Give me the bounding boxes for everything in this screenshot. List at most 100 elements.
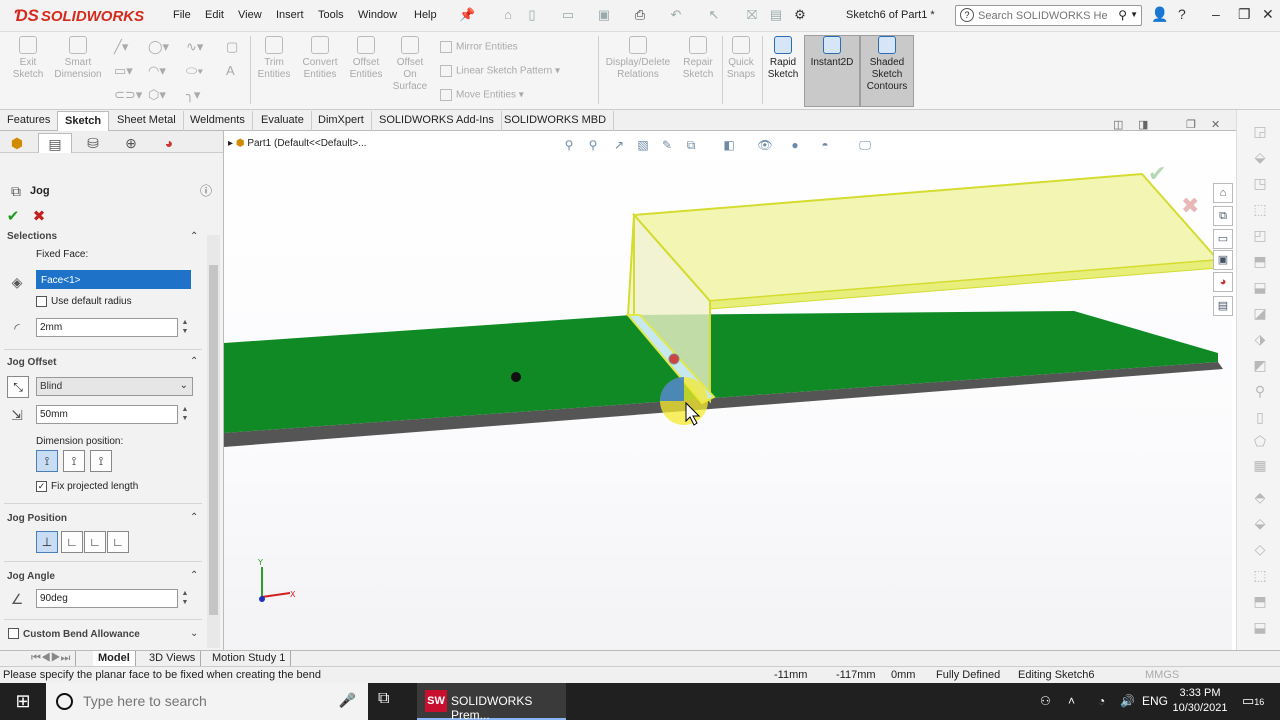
spline-tool-icon[interactable]: ∿▾ <box>186 38 212 56</box>
overall-dimension-icon[interactable]: ⟟ <box>90 450 112 472</box>
extruded-cut-icon[interactable]: ▯ <box>1251 408 1269 426</box>
collapse-icon[interactable]: ⌃ <box>190 570 198 581</box>
undo-icon[interactable]: ↶ <box>668 7 684 23</box>
tab-model[interactable]: Model <box>93 651 136 666</box>
spin-up-down-icon[interactable]: ▲ ▼ <box>180 405 190 423</box>
cancel-x-icon[interactable]: ✖ <box>28 206 50 228</box>
rebuild-icon[interactable]: ⛝ <box>744 7 760 23</box>
feature-manager-icon[interactable]: ⬢ <box>0 133 34 153</box>
section-jog-angle[interactable]: Jog Angle <box>7 571 55 582</box>
shaded-sketch-contours-button[interactable]: Shaded Sketch Contours <box>860 35 914 107</box>
linear-sketch-pattern-button[interactable]: Linear Sketch Pattern ▾ <box>440 65 560 77</box>
quick-snaps-button[interactable]: Quick Snaps <box>724 36 758 81</box>
restore-icon[interactable]: ❐ <box>1238 6 1251 23</box>
ellipse-tool-icon[interactable]: ⬭▾ <box>186 62 212 80</box>
end-condition-select[interactable]: Blind ⌄ <box>36 377 193 396</box>
new-document-icon[interactable]: ▯ <box>524 7 540 23</box>
no-bends-icon[interactable]: ⬚ <box>1251 566 1269 584</box>
tab-motion-study[interactable]: Motion Study 1 <box>207 651 292 666</box>
taskbar-search-input[interactable] <box>83 692 323 710</box>
design-library-icon[interactable]: ⧉ <box>1213 206 1233 226</box>
material-inside-icon[interactable]: ∟ <box>61 531 83 553</box>
tab-weldments[interactable]: Weldments <box>183 111 253 131</box>
inner-offset-icon[interactable]: ⟟ <box>63 450 85 472</box>
tab-solidworks-add-ins[interactable]: SOLIDWORKS Add-Ins <box>372 111 502 131</box>
menu-help[interactable]: Help <box>414 9 437 21</box>
lofted-bend-icon[interactable]: ◳ <box>1251 174 1269 192</box>
spin-up-down-icon[interactable]: ▲ ▼ <box>180 589 190 607</box>
viewport-restore-icon[interactable]: ❐ <box>1186 118 1196 131</box>
ok-check-icon[interactable]: ✔ <box>2 206 24 228</box>
base-plate[interactable] <box>224 311 1218 433</box>
notification-center[interactable]: ▭16 <box>1242 693 1264 709</box>
task-view-icon[interactable]: ⧉ <box>378 690 389 708</box>
menu-window[interactable]: Window <box>358 9 397 21</box>
custom-properties-icon[interactable]: ▤ <box>1213 296 1233 316</box>
microphone-icon[interactable]: 🎤 <box>339 692 356 709</box>
model-canvas[interactable]: ✔ ✖ Y X <box>224 131 1232 650</box>
solidworks-logo[interactable]: ƊS SOLIDWORKS <box>14 6 144 26</box>
appearances-icon[interactable]: ◕ <box>1213 272 1233 292</box>
sketched-bend-icon[interactable]: ◪ <box>1251 304 1269 322</box>
trim-entities-button[interactable]: Trim Entities <box>254 36 294 81</box>
print-icon[interactable]: ⎙ <box>632 7 648 23</box>
confirm-x-icon[interactable]: ✖ <box>1181 194 1199 219</box>
bend-outside-icon[interactable]: ∟ <box>107 531 129 553</box>
simple-hole-icon[interactable]: ⬠ <box>1251 432 1269 450</box>
viewport-tile-right-icon[interactable]: ◨ <box>1138 118 1148 131</box>
tab-3d-views[interactable]: 3D Views <box>144 651 202 666</box>
expand-icon[interactable]: ⌄ <box>190 628 198 639</box>
display-delete-relations-button[interactable]: Display/Delete Relations <box>602 36 674 81</box>
confirm-check-icon[interactable]: ✔ <box>1148 162 1166 187</box>
miter-flange-icon[interactable]: ◰ <box>1251 226 1269 244</box>
point-tool-icon[interactable]: ▢ <box>226 38 252 56</box>
language-indicator[interactable]: ENG <box>1142 694 1168 708</box>
material-outside-icon[interactable]: ∟ <box>84 531 106 553</box>
user-icon[interactable]: 👤 <box>1151 6 1168 23</box>
people-icon[interactable]: ⚇ <box>1040 694 1051 708</box>
flatten-icon[interactable]: ◇ <box>1251 540 1269 558</box>
corners-icon[interactable]: ◩ <box>1251 356 1269 374</box>
open-icon[interactable]: ▭ <box>560 7 576 23</box>
menu-file[interactable]: File <box>173 9 191 21</box>
section-jog-position[interactable]: Jog Position <box>7 513 67 524</box>
unfold-icon[interactable]: ⬘ <box>1251 488 1269 506</box>
hem-icon[interactable]: ⬒ <box>1251 252 1269 270</box>
convert-entities-button[interactable]: Convert Entities <box>298 36 342 81</box>
vent-icon[interactable]: ▦ <box>1251 456 1269 474</box>
tab-sheet-metal[interactable]: Sheet Metal <box>110 111 184 131</box>
select-icon[interactable]: ↖ <box>706 7 722 23</box>
custom-bend-allowance-label[interactable]: Custom Bend Allowance <box>23 629 140 640</box>
fold-icon[interactable]: ⬙ <box>1251 514 1269 532</box>
collapse-icon[interactable]: ⌃ <box>190 512 198 523</box>
section-jog-offset[interactable]: Jog Offset <box>7 357 56 368</box>
text-tool-icon[interactable]: A <box>226 62 252 80</box>
chevron-up-icon[interactable]: ˄ <box>1068 694 1075 708</box>
cross-break-icon[interactable]: ⬗ <box>1251 330 1269 348</box>
minimize-icon[interactable]: – <box>1212 6 1220 22</box>
mirror-entities-button[interactable]: Mirror Entities <box>440 41 518 53</box>
section-selections[interactable]: Selections <box>7 231 57 242</box>
configuration-manager-icon[interactable]: ⛁ <box>76 133 110 153</box>
origin-point[interactable] <box>511 372 521 382</box>
insert-bends-icon[interactable]: ⬓ <box>1251 618 1269 636</box>
help-search[interactable]: ? ⚲ ▼ <box>955 5 1142 26</box>
tab-solidworks-mbd[interactable]: SOLIDWORKS MBD <box>497 111 615 131</box>
slot-tool-icon[interactable]: ⊂⊃▾ <box>114 86 142 104</box>
fillet-tool-icon[interactable]: ╮▾ <box>186 86 212 104</box>
pin-icon[interactable]: 📌 <box>459 7 475 23</box>
jog-icon[interactable]: ⬓ <box>1251 278 1269 296</box>
graphics-area[interactable]: ▸ ⬢ Part1 (Default<<Default>... ⚲ ⚲ ↗ ▧ … <box>224 131 1232 650</box>
collapse-icon[interactable]: ⌃ <box>190 231 198 242</box>
volume-icon[interactable]: 🔊 <box>1120 694 1135 708</box>
rip-icon[interactable]: ⬒ <box>1251 592 1269 610</box>
dimxpert-manager-icon[interactable]: ⊕ <box>114 133 148 153</box>
collapse-icon[interactable]: ⌃ <box>190 356 198 367</box>
convert-to-sheet-metal-icon[interactable]: ⬙ <box>1251 148 1269 166</box>
tab-features[interactable]: Features <box>0 111 59 131</box>
scrollbar-thumb[interactable] <box>209 265 218 615</box>
use-default-radius-checkbox[interactable] <box>36 296 47 307</box>
pm-scrollbar[interactable] <box>207 235 220 648</box>
rapid-sketch-button[interactable]: Rapid Sketch <box>765 36 801 81</box>
custom-bend-allowance-checkbox[interactable] <box>8 628 19 639</box>
